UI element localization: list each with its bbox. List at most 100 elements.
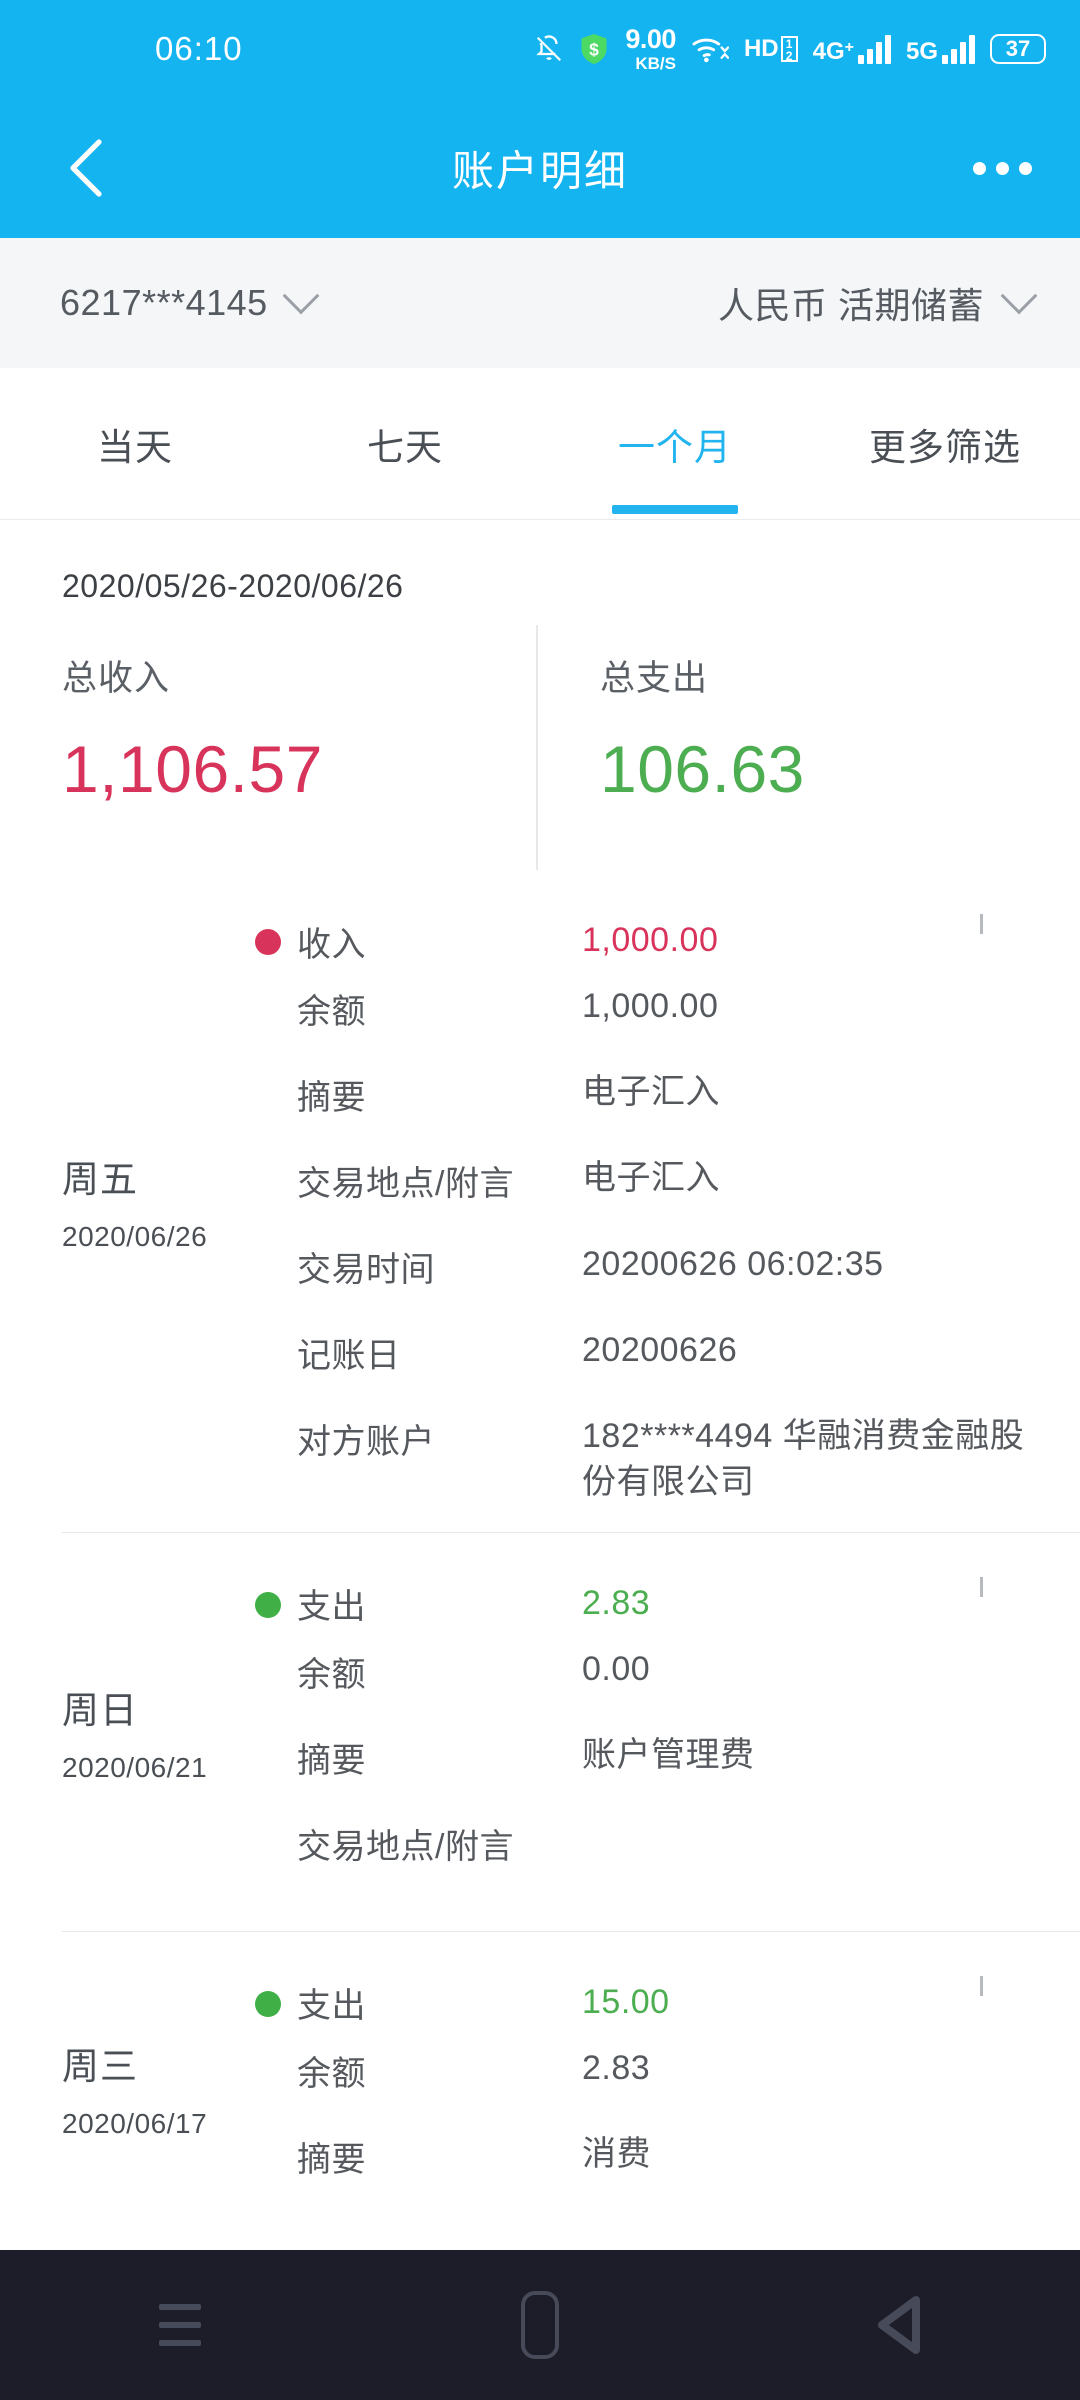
detail-label: 交易地点/附言: [297, 1165, 514, 1203]
app-header: 账户明细: [0, 98, 1080, 238]
account-type-selector[interactable]: 人民币 活期储蓄: [717, 277, 1038, 329]
active-tab-indicator: [612, 504, 738, 514]
detail-label: 对方账户: [297, 1423, 435, 1461]
transaction-header-row[interactable]: 收入 1,000.00: [255, 898, 1080, 984]
status-bar-icons: $ 9.00 KB/S HD 1 2 4G + 5G 37: [534, 26, 1046, 72]
transaction-amount: 2.83: [582, 1583, 651, 1622]
account-type-label: 人民币 活期储蓄: [717, 285, 984, 326]
android-nav-bar: [0, 2250, 1080, 2400]
transaction-type-label: 支出: [297, 1588, 366, 1627]
chevron-down-icon[interactable]: [980, 1576, 1022, 1619]
transaction-detail-row: 余额 0.00: [255, 1647, 1080, 1733]
tab-today[interactable]: 当天: [0, 368, 270, 520]
transaction-amount: 15.00: [582, 1982, 670, 2021]
transaction-type-dot: [255, 1591, 281, 1618]
transaction-type-label: 收入: [297, 925, 366, 964]
chevron-up-icon[interactable]: [980, 914, 1022, 956]
detail-value: 1,000.00: [582, 987, 719, 1025]
total-expense-block: 总支出 106.63: [600, 650, 805, 807]
transaction-date: 2020/06/21: [62, 1751, 208, 1783]
transaction-detail-row: 摘要 电子汇入: [255, 1070, 1080, 1156]
detail-label: 记账日: [297, 1337, 401, 1375]
detail-value: 20200626 06:02:35: [582, 1245, 884, 1283]
transaction-date: 2020/06/26: [62, 1221, 208, 1252]
detail-value: 0.00: [582, 1649, 651, 1688]
security-shield-icon: $: [579, 32, 609, 66]
home-button[interactable]: [480, 2270, 600, 2380]
detail-value: 182****4494 华融消费金融股份有限公司: [582, 1417, 1025, 1501]
detail-label: 余额: [297, 1655, 366, 1694]
transaction-detail-row: 交易时间 20200626 06:02:35: [255, 1242, 1080, 1328]
transaction-date: 2020/06/17: [62, 2107, 208, 2139]
network-speed-indicator: 9.00 KB/S: [625, 24, 676, 73]
detail-value: 2.83: [582, 2048, 651, 2087]
total-income-label: 总收入: [62, 659, 171, 698]
tab-label: 一个月: [618, 426, 732, 468]
recents-icon: [159, 2304, 201, 2346]
tab-one-month[interactable]: 一个月: [540, 368, 810, 520]
transaction-inner: 支出 15.00 余额 2.83 摘要 消费 周三 2020/06/17: [0, 1932, 1080, 2244]
status-bar-clock: 06:10: [155, 30, 243, 67]
transaction-detail-row: 摘要 消费: [255, 2132, 1080, 2218]
total-expense-label: 总支出: [600, 659, 709, 698]
total-expense-value: 106.63: [600, 732, 805, 806]
detail-label: 摘要: [297, 1741, 366, 1780]
transaction-weekday: 周三: [62, 2045, 138, 2087]
transaction-detail-row: 余额 2.83: [255, 2046, 1080, 2132]
tab-more-filters[interactable]: 更多筛选: [810, 368, 1080, 520]
status-bar: 06:10 $ 9.00 KB/S HD 1 2 4G + 5G 37: [0, 0, 1080, 98]
summary-divider: [536, 625, 538, 870]
phone-screen: 06:10 $ 9.00 KB/S HD 1 2 4G + 5G 37 账户明细…: [0, 0, 1080, 2400]
signal-4g-icon: 4G +: [813, 34, 891, 64]
page-title: 账户明细: [451, 147, 628, 195]
detail-label: 余额: [297, 2054, 366, 2093]
transaction-header-row[interactable]: 支出 15.00: [255, 1960, 1080, 2046]
transaction-inner: 收入 1,000.00 余额 1,000.00 摘要 电子汇入 交易地点/附言 电子汇入 交易时…: [0, 870, 1080, 1532]
transaction-weekday: 周日: [62, 1689, 138, 1731]
tab-seven-days[interactable]: 七天: [270, 368, 540, 520]
transaction-detail-row: 余额 1,000.00: [255, 984, 1080, 1070]
transaction-type-dot: [255, 929, 281, 955]
account-selector-bar: 6217***4145 人民币 活期储蓄: [0, 238, 1080, 368]
transaction-item[interactable]: 支出 15.00 余额 2.83 摘要 消费 周三 2020/06/17: [62, 1930, 1080, 2244]
chevron-down-icon[interactable]: [980, 1975, 1022, 2018]
back-nav-button[interactable]: [840, 2270, 960, 2380]
detail-value: 账户管理费: [582, 1735, 755, 1774]
transaction-amount: 1,000.00: [582, 921, 719, 960]
detail-value: 电子汇入: [582, 1159, 720, 1197]
transaction-weekday: 周五: [62, 1159, 138, 1200]
transaction-detail-row: 交易地点/附言: [255, 1819, 1080, 1905]
filter-tabs: 当天 七天 一个月 更多筛选: [0, 368, 1080, 520]
date-range-label: 2020/05/26-2020/06/26: [62, 568, 404, 604]
transaction-item[interactable]: 支出 2.83 余额 0.00 摘要 账户管理费交易地点/附言 周日 2020/06/21: [62, 1531, 1080, 1931]
signal-5g-icon: 5G: [906, 34, 975, 64]
total-income-block: 总收入 1,106.57: [62, 650, 323, 807]
transaction-date-column: 周日 2020/06/21: [62, 1680, 272, 1784]
card-number-label: 6217***4145: [60, 282, 268, 323]
detail-label: 余额: [297, 993, 366, 1031]
detail-value: 电子汇入: [582, 1073, 720, 1111]
tab-label: 当天: [97, 426, 173, 468]
transaction-item[interactable]: 收入 1,000.00 余额 1,000.00 摘要 电子汇入 交易地点/附言 电子汇入 交易时…: [0, 870, 1080, 1532]
transaction-detail-row: 摘要 账户管理费: [255, 1733, 1080, 1819]
tab-label: 更多筛选: [869, 426, 1021, 468]
transaction-list: 收入 1,000.00 余额 1,000.00 摘要 电子汇入 交易地点/附言 电子汇入 交易时…: [0, 870, 1080, 2244]
more-options-button[interactable]: [973, 138, 1032, 198]
transaction-header-row[interactable]: 支出 2.83: [255, 1561, 1080, 1647]
detail-label: 交易时间: [297, 1251, 435, 1289]
transaction-detail-row: 记账日 20200626: [255, 1328, 1080, 1414]
home-icon: [521, 2291, 559, 2359]
detail-label: 摘要: [297, 1079, 366, 1117]
hd-voice-icon: HD 1 2: [744, 35, 798, 63]
card-number-selector[interactable]: 6217***4145: [60, 277, 320, 324]
summary-card: 2020/05/26-2020/06/26 总收入 1,106.57 总支出 1…: [0, 520, 1080, 870]
recents-button[interactable]: [120, 2270, 240, 2380]
bell-muted-icon: [534, 33, 564, 65]
transaction-type-dot: [255, 1990, 281, 2017]
